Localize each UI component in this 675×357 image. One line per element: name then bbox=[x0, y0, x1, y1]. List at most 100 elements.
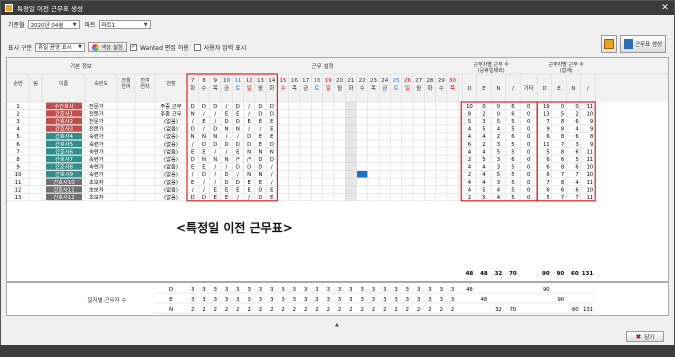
shift-cell[interactable]: D bbox=[258, 187, 262, 193]
shift-cell[interactable]: D bbox=[270, 104, 274, 110]
shift-cell[interactable]: E bbox=[225, 195, 229, 201]
shift-cell[interactable]: D bbox=[213, 127, 217, 133]
shift-cell[interactable]: D bbox=[191, 157, 195, 163]
shift-cell[interactable]: / bbox=[271, 165, 273, 171]
shift-cell[interactable]: D bbox=[213, 142, 217, 148]
shift-cell[interactable]: D bbox=[202, 172, 206, 178]
shift-cell[interactable]: N bbox=[202, 134, 206, 140]
shift-cell[interactable]: E bbox=[270, 134, 274, 140]
shift-cell[interactable]: D bbox=[191, 195, 195, 201]
shift-cell[interactable]: E bbox=[225, 111, 229, 117]
shift-cell[interactable]: E bbox=[259, 134, 263, 140]
row-name[interactable]: 간호사6 bbox=[55, 147, 74, 155]
shift-cell[interactable]: E bbox=[259, 180, 263, 186]
shift-cell[interactable]: E bbox=[191, 165, 195, 171]
month-select[interactable]: 2020년 04월 ▼ bbox=[27, 20, 80, 29]
shift-cell[interactable]: D bbox=[258, 111, 262, 117]
shift-cell[interactable]: E bbox=[236, 149, 240, 155]
shift-cell[interactable]: / bbox=[214, 165, 216, 171]
shift-cell[interactable]: / bbox=[192, 119, 194, 125]
color-settings-button[interactable]: 색상 설정 bbox=[88, 42, 127, 52]
shift-cell[interactable]: D bbox=[236, 104, 240, 110]
shift-cell[interactable]: /* bbox=[236, 157, 241, 163]
row-pattern[interactable]: 주중 근무 bbox=[160, 110, 181, 117]
row-pattern[interactable]: (없음) bbox=[164, 155, 178, 163]
shift-cell[interactable]: /* bbox=[247, 157, 252, 163]
shift-cell[interactable]: D bbox=[236, 180, 240, 186]
shift-cell[interactable]: E bbox=[270, 187, 274, 193]
shift-cell[interactable]: / bbox=[214, 149, 216, 155]
row-pattern[interactable]: (없음) bbox=[164, 193, 178, 201]
shift-cell[interactable]: / bbox=[271, 172, 273, 178]
shift-cell[interactable]: E bbox=[191, 180, 195, 186]
row-name[interactable]: 간호사11 bbox=[53, 185, 74, 193]
shift-cell[interactable]: E bbox=[270, 195, 274, 201]
shift-cell[interactable]: D bbox=[247, 134, 251, 140]
row-pattern[interactable]: (없음) bbox=[164, 117, 178, 125]
shift-cell[interactable]: N bbox=[247, 172, 251, 178]
shift-cell[interactable]: D bbox=[258, 104, 262, 110]
generate-button[interactable]: 근무표 생성 bbox=[620, 35, 667, 53]
shift-cell[interactable]: / bbox=[226, 104, 228, 110]
shift-cell[interactable]: D bbox=[225, 142, 229, 148]
row-name[interactable]: 수간호사 bbox=[54, 102, 74, 110]
shift-cell[interactable]: D bbox=[258, 157, 262, 163]
shift-cell[interactable]: D bbox=[202, 195, 206, 201]
shift-cell[interactable]: D bbox=[225, 119, 229, 125]
shift-cell[interactable]: D bbox=[225, 172, 229, 178]
shift-cell[interactable]: / bbox=[226, 165, 228, 171]
shift-cell[interactable]: / bbox=[214, 180, 216, 186]
shift-cell[interactable]: / bbox=[214, 111, 216, 117]
row-name[interactable]: 간호사12 bbox=[53, 193, 74, 201]
shift-cell[interactable]: D bbox=[236, 142, 240, 148]
close-icon[interactable]: ✕ bbox=[660, 3, 670, 13]
shift-cell[interactable]: D bbox=[270, 157, 274, 163]
row-pattern[interactable]: (없음) bbox=[164, 147, 178, 155]
user-input-checkbox[interactable] bbox=[193, 43, 201, 51]
row-pattern[interactable]: (없음) bbox=[164, 132, 178, 140]
shift-cell[interactable]: D bbox=[202, 142, 206, 148]
shift-cell[interactable]: E bbox=[202, 149, 206, 155]
shift-cell[interactable]: E bbox=[259, 119, 263, 125]
shift-cell[interactable]: / bbox=[203, 127, 205, 133]
shift-cell[interactable]: N bbox=[270, 149, 274, 155]
shift-cell[interactable]: E bbox=[236, 111, 240, 117]
shift-cell[interactable]: E bbox=[247, 180, 251, 186]
shift-cell[interactable]: N bbox=[247, 149, 251, 155]
shift-cell[interactable]: D bbox=[258, 165, 262, 171]
row-name[interactable]: 간호사2 bbox=[55, 117, 73, 125]
row-pattern[interactable]: (없음) bbox=[164, 185, 178, 193]
shift-cell[interactable]: N bbox=[236, 127, 240, 133]
edit-icon-button[interactable] bbox=[601, 35, 617, 53]
shift-cell[interactable]: / bbox=[192, 187, 194, 193]
shift-cell[interactable]: / bbox=[260, 127, 262, 133]
shift-cell[interactable]: / bbox=[248, 104, 250, 110]
row-pattern[interactable]: (없음) bbox=[164, 163, 178, 171]
shift-cell[interactable]: E bbox=[247, 119, 251, 125]
shift-cell[interactable]: / bbox=[203, 187, 205, 193]
row-name[interactable]: 간호사3 bbox=[55, 125, 73, 133]
shift-cell[interactable]: D bbox=[202, 104, 206, 110]
row-name[interactable]: 간호사7 bbox=[55, 155, 73, 163]
shift-cell[interactable]: / bbox=[226, 149, 228, 155]
shift-cell[interactable]: N bbox=[258, 172, 262, 178]
shift-cell[interactable]: E bbox=[225, 187, 229, 193]
shift-cell[interactable]: E bbox=[191, 149, 195, 155]
row-name[interactable]: 간호사8 bbox=[55, 163, 74, 171]
wanted-checkbox[interactable] bbox=[130, 43, 137, 51]
shift-cell[interactable]: E bbox=[259, 142, 263, 148]
shift-cell[interactable]: E bbox=[202, 165, 206, 171]
shift-cell[interactable]: D bbox=[258, 195, 262, 201]
shift-cell[interactable]: D bbox=[236, 165, 240, 171]
shift-cell[interactable]: E bbox=[270, 119, 274, 125]
shift-cell[interactable]: / bbox=[237, 134, 239, 140]
shift-cell[interactable]: N bbox=[191, 134, 195, 140]
row-pattern[interactable]: (없음) bbox=[164, 140, 178, 148]
scroll-up-icon[interactable]: ▲ bbox=[335, 322, 339, 328]
row-name[interactable]: 간호사9 bbox=[55, 170, 73, 178]
shift-cell[interactable]: D bbox=[247, 142, 251, 148]
shift-cell[interactable]: N bbox=[213, 157, 217, 163]
shift-cell[interactable]: D bbox=[270, 142, 274, 148]
row-name[interactable]: 간호사10 bbox=[53, 178, 75, 186]
shift-cell[interactable]: D bbox=[213, 104, 217, 110]
